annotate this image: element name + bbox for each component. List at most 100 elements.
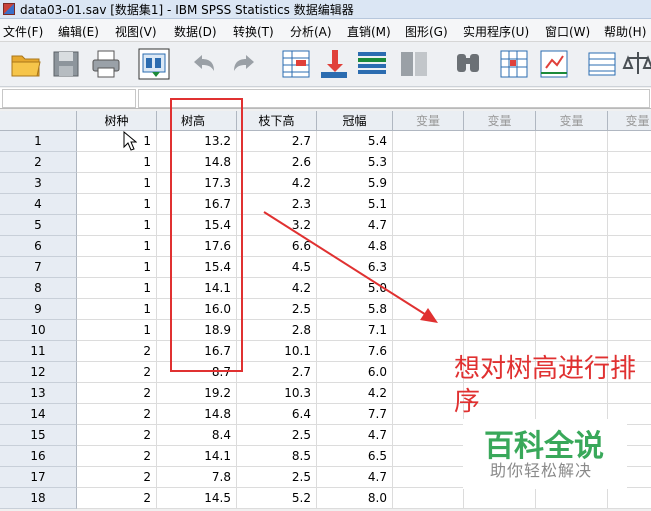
cell-branch-height[interactable]: 2.5 <box>237 425 317 446</box>
cell-empty[interactable] <box>393 173 464 194</box>
cell-branch-height[interactable]: 6.6 <box>237 236 317 257</box>
cell-empty[interactable] <box>536 152 608 173</box>
cell-empty[interactable] <box>536 194 608 215</box>
cell-empty[interactable] <box>464 299 536 320</box>
undo-icon[interactable] <box>188 48 220 80</box>
cell-empty[interactable] <box>608 320 651 341</box>
menu-transform[interactable]: 转换(T) <box>233 23 274 40</box>
cell-empty[interactable] <box>536 488 608 509</box>
cell-name-field[interactable] <box>2 89 136 108</box>
cell-tree-species[interactable]: 2 <box>77 446 157 467</box>
cell-empty[interactable] <box>608 278 651 299</box>
cell-tree-species[interactable]: 1 <box>77 194 157 215</box>
cell-tree-height[interactable]: 19.2 <box>157 383 237 404</box>
cell-empty[interactable] <box>393 320 464 341</box>
cell-tree-height[interactable]: 7.8 <box>157 467 237 488</box>
cell-tree-height[interactable]: 14.5 <box>157 488 237 509</box>
use-sets-icon[interactable] <box>586 48 618 80</box>
cell-empty[interactable] <box>608 194 651 215</box>
row-number[interactable]: 6 <box>0 236 77 257</box>
row-number[interactable]: 13 <box>0 383 77 404</box>
cell-branch-height[interactable]: 2.3 <box>237 194 317 215</box>
cell-empty[interactable] <box>536 215 608 236</box>
cell-branch-height[interactable]: 2.8 <box>237 320 317 341</box>
col-header-tree-species[interactable]: 树种 <box>77 111 157 131</box>
row-number[interactable]: 4 <box>0 194 77 215</box>
cell-empty[interactable] <box>464 215 536 236</box>
cell-branch-height[interactable]: 8.5 <box>237 446 317 467</box>
cell-empty[interactable] <box>608 152 651 173</box>
cell-crown-width[interactable]: 5.3 <box>317 152 393 173</box>
cell-tree-species[interactable]: 2 <box>77 488 157 509</box>
cell-empty[interactable] <box>536 257 608 278</box>
cell-crown-width[interactable]: 4.7 <box>317 467 393 488</box>
cell-empty[interactable] <box>464 488 536 509</box>
cell-empty[interactable] <box>464 173 536 194</box>
row-number[interactable]: 1 <box>0 131 77 152</box>
cell-empty[interactable] <box>608 215 651 236</box>
row-number[interactable]: 15 <box>0 425 77 446</box>
cell-empty[interactable] <box>608 299 651 320</box>
cell-tree-species[interactable]: 1 <box>77 320 157 341</box>
cell-empty[interactable] <box>393 446 464 467</box>
go-to-case-icon[interactable] <box>280 48 312 80</box>
cell-empty[interactable] <box>393 236 464 257</box>
row-number[interactable]: 16 <box>0 446 77 467</box>
col-header-var-3[interactable]: 变量 <box>536 111 608 131</box>
cell-crown-width[interactable]: 5.1 <box>317 194 393 215</box>
cell-crown-width[interactable]: 5.4 <box>317 131 393 152</box>
value-labels-icon[interactable] <box>538 48 570 80</box>
cell-tree-species[interactable]: 2 <box>77 341 157 362</box>
row-number[interactable]: 8 <box>0 278 77 299</box>
insert-variable-icon[interactable] <box>318 48 350 80</box>
cell-branch-height[interactable]: 2.6 <box>237 152 317 173</box>
cell-empty[interactable] <box>608 236 651 257</box>
cell-tree-species[interactable]: 2 <box>77 425 157 446</box>
cell-crown-width[interactable]: 6.3 <box>317 257 393 278</box>
cell-tree-species[interactable]: 2 <box>77 404 157 425</box>
col-header-branch-height[interactable]: 枝下高 <box>237 111 317 131</box>
row-number[interactable]: 10 <box>0 320 77 341</box>
cell-branch-height[interactable]: 10.3 <box>237 383 317 404</box>
col-header-var-1[interactable]: 变量 <box>393 111 464 131</box>
print-icon[interactable] <box>90 48 122 80</box>
row-number[interactable]: 18 <box>0 488 77 509</box>
menu-edit[interactable]: 编辑(E) <box>58 23 99 40</box>
cell-branch-height[interactable]: 2.5 <box>237 299 317 320</box>
row-number[interactable]: 9 <box>0 299 77 320</box>
cell-tree-species[interactable]: 1 <box>77 257 157 278</box>
cell-empty[interactable] <box>393 215 464 236</box>
cell-empty[interactable] <box>393 257 464 278</box>
cell-empty[interactable] <box>464 278 536 299</box>
cell-branch-height[interactable]: 6.4 <box>237 404 317 425</box>
cell-tree-height[interactable]: 14.8 <box>157 404 237 425</box>
split-file-icon[interactable] <box>398 48 430 80</box>
cell-empty[interactable] <box>608 131 651 152</box>
cell-branch-height[interactable]: 4.2 <box>237 173 317 194</box>
cell-crown-width[interactable]: 4.7 <box>317 215 393 236</box>
cell-tree-height[interactable]: 8.4 <box>157 425 237 446</box>
cell-empty[interactable] <box>464 131 536 152</box>
row-number[interactable]: 7 <box>0 257 77 278</box>
cell-branch-height[interactable]: 5.2 <box>237 488 317 509</box>
menu-graphs[interactable]: 图形(G) <box>405 23 448 40</box>
cell-branch-height[interactable]: 4.5 <box>237 257 317 278</box>
cell-empty[interactable] <box>464 320 536 341</box>
menu-file[interactable]: 文件(F) <box>3 23 43 40</box>
cell-empty[interactable] <box>536 320 608 341</box>
menu-help[interactable]: 帮助(H) <box>604 23 646 40</box>
cell-empty[interactable] <box>536 173 608 194</box>
cell-crown-width[interactable]: 4.2 <box>317 383 393 404</box>
cell-empty[interactable] <box>464 194 536 215</box>
col-header-crown-width[interactable]: 冠幅 <box>317 111 393 131</box>
col-header-var-2[interactable]: 变量 <box>464 111 536 131</box>
cell-tree-species[interactable]: 2 <box>77 362 157 383</box>
cell-empty[interactable] <box>464 257 536 278</box>
cell-branch-height[interactable]: 2.7 <box>237 362 317 383</box>
cell-crown-width[interactable]: 8.0 <box>317 488 393 509</box>
cell-empty[interactable] <box>393 299 464 320</box>
row-number[interactable]: 5 <box>0 215 77 236</box>
cell-branch-height[interactable]: 10.1 <box>237 341 317 362</box>
dialog-recall-icon[interactable] <box>138 48 170 80</box>
row-number[interactable]: 17 <box>0 467 77 488</box>
